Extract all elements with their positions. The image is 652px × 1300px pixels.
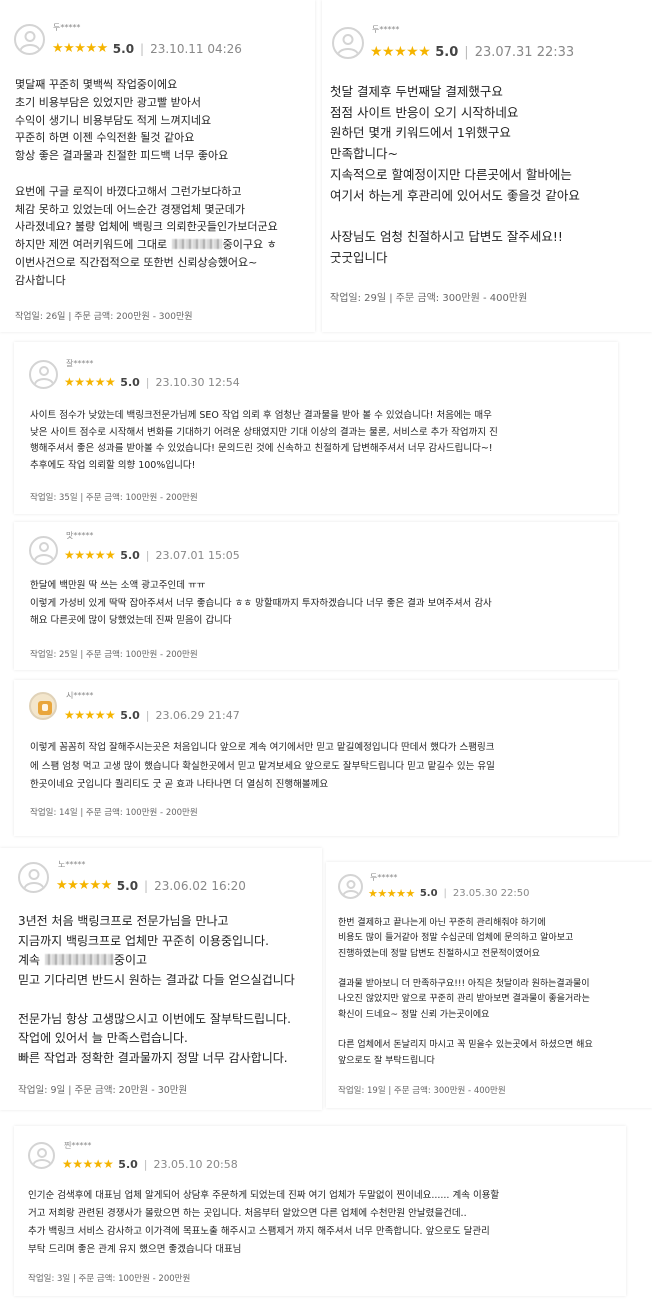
- review-body: 인기순 검색후에 대표님 업체 알게되어 상담후 주문하게 되었는데 진짜 여기…: [28, 1190, 500, 1255]
- reviewer-nickname: 두*****: [370, 873, 398, 882]
- rating-stars: ★★★★★: [56, 878, 112, 893]
- reviewer-nickname: 잘*****: [66, 359, 94, 368]
- review-date: 23.07.01 15:05: [155, 548, 240, 562]
- review-meta: 작업일: 26일 | 주문 금액: 200만원 - 300만원: [15, 312, 193, 322]
- reviewer-nickname: 시*****: [66, 691, 94, 700]
- review-date: 23.06.29 21:47: [155, 708, 240, 722]
- review-date: 23.06.02 16:20: [154, 878, 246, 893]
- review-card: 찐***** ★★★★★ 5.0 | 23.05.10 20:58 인기순 검색…: [14, 1126, 626, 1296]
- rating-row: ★★★★★ 5.0 | 23.05.30 22:50: [368, 887, 529, 900]
- rating-score: 5.0: [419, 888, 438, 899]
- review-date: 23.05.10 20:58: [153, 1157, 238, 1171]
- rating-stars: ★★★★★: [64, 548, 116, 562]
- review-body: 사이트 점수가 낮았는데 백링크전문가님께 SEO 작업 의뢰 후 엄청난 결과…: [30, 410, 498, 471]
- review-date: 23.05.30 22:50: [452, 888, 530, 899]
- rating-row: ★★★★★ 5.0 | 23.05.10 20:58: [62, 1157, 238, 1171]
- rating-row: ★★★★★ 5.0 | 23.07.01 15:05: [64, 548, 240, 562]
- review-card: 시***** ★★★★★ 5.0 | 23.06.29 21:47 이렇게 꼼꼼…: [14, 680, 618, 836]
- separator: |: [140, 41, 145, 56]
- reviewer-nickname: 노*****: [58, 860, 86, 869]
- separator: |: [443, 888, 447, 899]
- reviewer-nickname: 두*****: [53, 23, 81, 32]
- separator: |: [144, 878, 149, 893]
- rating-score: 5.0: [118, 1157, 138, 1171]
- redacted-keyword: [44, 954, 113, 965]
- separator: |: [145, 708, 150, 722]
- review-card: 두***** ★★★★★ 5.0 | 23.10.11 04:26 몇달째 꾸준…: [0, 0, 315, 332]
- review-meta: 작업일: 25일 | 주문 금액: 100만원 - 200만원: [30, 650, 198, 660]
- rating-row: ★★★★★ 5.0 | 23.10.30 12:54: [64, 375, 240, 389]
- reviewer-nickname: 두*****: [372, 25, 400, 34]
- avatar: [29, 536, 58, 565]
- review-body: 몇달째 꾸준히 몇백씩 작업중이에요 초기 비용부담은 있었지만 광고빨 받아서…: [15, 78, 278, 287]
- separator: |: [464, 44, 469, 60]
- review-date: 23.07.31 22:33: [474, 44, 575, 60]
- review-card: 두***** ★★★★★ 5.0 | 23.05.30 22:50 한번 결제하…: [326, 862, 652, 1108]
- reviewer-nickname: 찐*****: [64, 1141, 92, 1150]
- review-date: 23.10.30 12:54: [155, 375, 240, 389]
- rating-stars: ★★★★★: [64, 375, 116, 389]
- rating-stars: ★★★★★: [368, 887, 415, 900]
- avatar: [18, 862, 49, 893]
- review-card: 잘***** ★★★★★ 5.0 | 23.10.30 12:54 사이트 점수…: [14, 342, 618, 514]
- rating-row: ★★★★★ 5.0 | 23.06.02 16:20: [56, 878, 246, 893]
- separator: |: [145, 548, 150, 562]
- review-date: 23.10.11 04:26: [150, 41, 242, 56]
- separator: |: [145, 375, 150, 389]
- rating-score: 5.0: [120, 708, 140, 722]
- rating-score: 5.0: [120, 375, 140, 389]
- redacted-keyword: [171, 239, 222, 249]
- reviewer-nickname: 맛*****: [66, 531, 94, 540]
- rating-score: 5.0: [120, 548, 140, 562]
- review-body: 이렇게 꼼꼼히 작업 잘해주시는곳은 처음입니다 앞으로 계속 여기에서만 믿고…: [30, 742, 495, 790]
- review-body: 한번 결제하고 끝나는게 아닌 꾸준히 관리해줘야 하기에 비용도 많이 들거같…: [338, 918, 593, 1066]
- separator: |: [143, 1157, 148, 1171]
- review-meta: 작업일: 9일 | 주문 금액: 20만원 - 30만원: [18, 1085, 188, 1096]
- avatar: [28, 1142, 55, 1169]
- review-meta: 작업일: 35일 | 주문 금액: 100만원 - 200만원: [30, 493, 198, 503]
- rating-row: ★★★★★ 5.0 | 23.10.11 04:26: [52, 41, 242, 56]
- review-body: 한달에 백만원 딱 쓰는 소액 광고주인데 ㅠㅠ 이렇게 가성비 있게 딱딱 잡…: [30, 580, 492, 626]
- rating-score: 5.0: [116, 878, 139, 893]
- rating-stars: ★★★★★: [370, 44, 431, 60]
- rating-row: ★★★★★ 5.0 | 23.06.29 21:47: [64, 708, 240, 722]
- review-card: 노***** ★★★★★ 5.0 | 23.06.02 16:20 3년전 처음…: [0, 848, 322, 1110]
- review-meta: 작업일: 3일 | 주문 금액: 100만원 - 200만원: [28, 1274, 191, 1284]
- review-meta: 작업일: 19일 | 주문 금액: 300만원 - 400만원: [338, 1086, 506, 1096]
- avatar: [29, 692, 57, 720]
- review-body: 3년전 처음 백링크프로 전문가님을 만나고 지금까지 백링크프로 업체만 꾸준…: [18, 914, 295, 1065]
- avatar: [29, 360, 58, 389]
- review-meta: 작업일: 29일 | 주문 금액: 300만원 - 400만원: [330, 293, 528, 304]
- review-meta: 작업일: 14일 | 주문 금액: 100만원 - 200만원: [30, 808, 198, 818]
- rating-stars: ★★★★★: [52, 41, 108, 56]
- rating-row: ★★★★★ 5.0 | 23.07.31 22:33: [370, 44, 574, 60]
- avatar: [332, 27, 364, 59]
- rating-stars: ★★★★★: [62, 1157, 114, 1171]
- review-body: 첫달 결제후 두번째달 결제했구요 점점 사이트 반응이 오기 시작하네요 원하…: [330, 84, 580, 265]
- review-card: 두***** ★★★★★ 5.0 | 23.07.31 22:33 첫달 결제후…: [322, 0, 652, 332]
- avatar: [14, 24, 45, 55]
- rating-score: 5.0: [112, 41, 135, 56]
- avatar: [338, 874, 363, 899]
- review-card: 맛***** ★★★★★ 5.0 | 23.07.01 15:05 한달에 백만…: [14, 522, 618, 670]
- rating-score: 5.0: [435, 44, 459, 60]
- rating-stars: ★★★★★: [64, 708, 116, 722]
